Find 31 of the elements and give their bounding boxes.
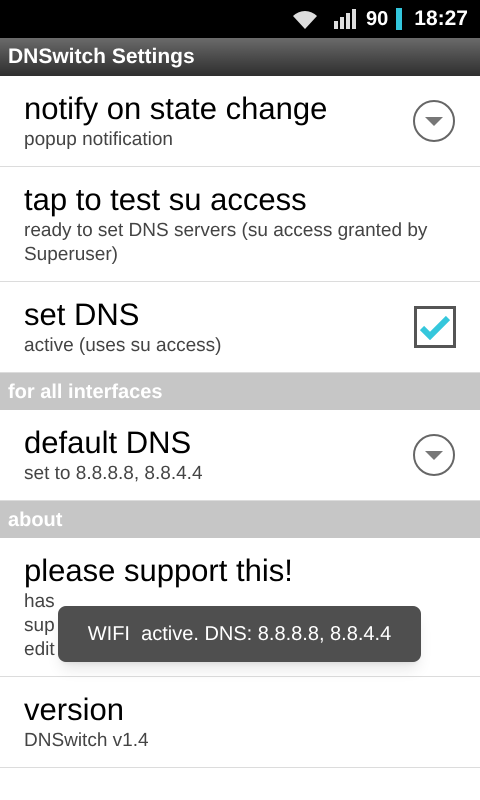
preference-summary: active (uses su access) (24, 334, 222, 358)
preference-summary: Superuser) (24, 243, 118, 267)
toast-text: WIFI active. DNS: 8.8.8.8, 8.8.4.4 (88, 622, 392, 647)
dropdown-icon[interactable] (412, 99, 456, 143)
preference-summary: popup notification (24, 128, 173, 152)
preference-summary: sup (24, 614, 55, 638)
preference-summary: DNSwitch v1.4 (24, 729, 149, 753)
window-title: DNSwitch Settings (8, 44, 195, 70)
preference-summary: set to 8.8.8.8, 8.8.4.4 (24, 462, 203, 486)
category-title: about (8, 508, 62, 532)
preference-summary: edit (24, 638, 55, 662)
preference-row[interactable]: please support this! has sup edit WIFI active. DNS: 8.8.8.8, 8.8.4.4 (0, 538, 480, 677)
preference-title: default DNS (24, 424, 192, 462)
battery-level: 90 (366, 7, 388, 32)
clock: 18:27 (414, 6, 468, 32)
checkbox[interactable] (414, 306, 456, 348)
preference-title: set DNS (24, 296, 140, 334)
preference-summary: ready to set DNS servers (su access granted by (24, 219, 428, 243)
preference-row[interactable]: notify on state change popup notification (0, 76, 480, 167)
dropdown-icon[interactable] (412, 433, 456, 477)
preference-title: please support this! (24, 552, 293, 590)
preference-title: version (24, 691, 124, 729)
wifi-icon (292, 9, 318, 29)
preference-row[interactable]: version DNSwitch v1.4 (0, 677, 480, 768)
preference-title: tap to test su access (24, 181, 307, 219)
preference-summary: has (24, 590, 55, 614)
preference-row[interactable]: tap to test su access ready to set DNS servers (su access granted by Superuser) (0, 167, 480, 282)
battery-icon (396, 8, 402, 30)
preference-title: notify on state change (24, 90, 328, 128)
category-title: for all interfaces (8, 380, 163, 404)
signal-icon (334, 9, 358, 29)
